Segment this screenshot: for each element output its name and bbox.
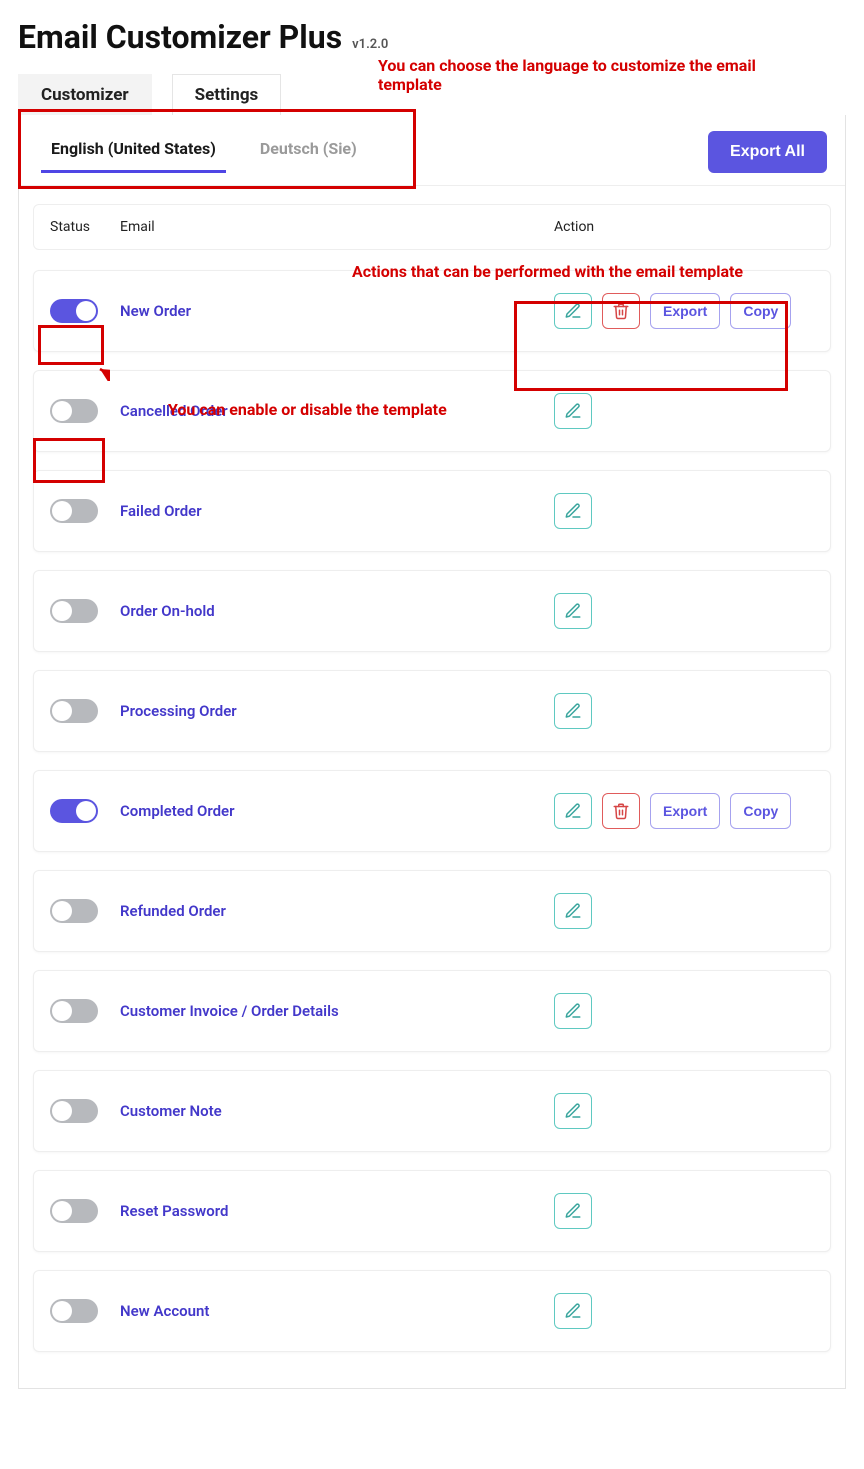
action-cell [554, 693, 814, 729]
pencil-icon [564, 1002, 582, 1020]
template-name[interactable]: Refunded Order [120, 902, 554, 920]
col-header-email: Email [120, 219, 554, 235]
action-cell: Export Copy [554, 793, 814, 829]
edit-button[interactable] [554, 1093, 592, 1129]
trash-icon [612, 302, 630, 320]
status-toggle[interactable] [50, 999, 98, 1023]
template-name[interactable]: Order On-hold [120, 602, 554, 620]
language-tabs: English (United States) Deutsch (Sie) [31, 131, 367, 173]
status-toggle[interactable] [50, 299, 98, 323]
language-tab[interactable]: English (United States) [41, 131, 226, 173]
col-header-status: Status [50, 219, 120, 235]
status-toggle[interactable] [50, 699, 98, 723]
edit-button[interactable] [554, 893, 592, 929]
template-name[interactable]: Failed Order [120, 502, 554, 520]
template-name[interactable]: New Account [120, 1302, 554, 1320]
template-row: Refunded Order [33, 870, 831, 952]
edit-button[interactable] [554, 793, 592, 829]
tab-settings[interactable]: Settings [172, 74, 282, 115]
pencil-icon [564, 1202, 582, 1220]
template-name[interactable]: Customer Invoice / Order Details [120, 1002, 554, 1020]
status-toggle[interactable] [50, 499, 98, 523]
action-cell [554, 593, 814, 629]
edit-button[interactable] [554, 393, 592, 429]
copy-button[interactable]: Copy [730, 793, 791, 829]
template-name[interactable]: Customer Note [120, 1102, 554, 1120]
template-row: Customer Invoice / Order Details [33, 970, 831, 1052]
page-title: Email Customizer Plus [18, 18, 342, 56]
template-row: Order On-hold [33, 570, 831, 652]
edit-button[interactable] [554, 293, 592, 329]
template-name[interactable]: Reset Password [120, 1202, 554, 1220]
tab-customizer[interactable]: Customizer [18, 74, 152, 115]
template-name[interactable]: Cancelled Order [120, 402, 554, 420]
pencil-icon [564, 802, 582, 820]
action-cell [554, 393, 814, 429]
pencil-icon [564, 1102, 582, 1120]
top-tabs: Customizer Settings [18, 74, 846, 115]
pencil-icon [564, 402, 582, 420]
status-toggle[interactable] [50, 1099, 98, 1123]
status-toggle[interactable] [50, 1299, 98, 1323]
delete-button[interactable] [602, 293, 640, 329]
action-cell [554, 1293, 814, 1329]
template-name[interactable]: Processing Order [120, 702, 554, 720]
status-toggle[interactable] [50, 899, 98, 923]
status-toggle[interactable] [50, 799, 98, 823]
edit-button[interactable] [554, 693, 592, 729]
action-cell [554, 1093, 814, 1129]
pencil-icon [564, 1302, 582, 1320]
pencil-icon [564, 702, 582, 720]
delete-button[interactable] [602, 793, 640, 829]
action-cell [554, 993, 814, 1029]
template-row: Reset Password [33, 1170, 831, 1252]
export-all-button[interactable]: Export All [708, 131, 827, 173]
export-button[interactable]: Export [650, 293, 720, 329]
page-header: Email Customizer Plus v1.2.0 [18, 18, 846, 56]
pencil-icon [564, 902, 582, 920]
template-row: Completed Order Export Copy [33, 770, 831, 852]
copy-button[interactable]: Copy [730, 293, 791, 329]
template-row: Cancelled Order [33, 370, 831, 452]
template-name[interactable]: New Order [120, 302, 554, 320]
edit-button[interactable] [554, 593, 592, 629]
pencil-icon [564, 602, 582, 620]
template-row: New Order Export Copy [33, 270, 831, 352]
version-label: v1.2.0 [352, 37, 388, 52]
action-cell [554, 893, 814, 929]
status-toggle[interactable] [50, 1199, 98, 1223]
action-cell: Export Copy [554, 293, 814, 329]
template-row: Failed Order [33, 470, 831, 552]
action-cell [554, 493, 814, 529]
status-toggle[interactable] [50, 599, 98, 623]
language-tab[interactable]: Deutsch (Sie) [250, 131, 367, 173]
template-row: Processing Order [33, 670, 831, 752]
table-header: Status Email Action [33, 204, 831, 250]
trash-icon [612, 802, 630, 820]
action-cell [554, 1193, 814, 1229]
customizer-panel: English (United States) Deutsch (Sie) Exp… [18, 115, 846, 1389]
col-header-action: Action [554, 219, 814, 235]
template-row: New Account [33, 1270, 831, 1352]
edit-button[interactable] [554, 1293, 592, 1329]
template-row: Customer Note [33, 1070, 831, 1152]
pencil-icon [564, 502, 582, 520]
edit-button[interactable] [554, 993, 592, 1029]
edit-button[interactable] [554, 1193, 592, 1229]
pencil-icon [564, 302, 582, 320]
status-toggle[interactable] [50, 399, 98, 423]
export-button[interactable]: Export [650, 793, 720, 829]
template-name[interactable]: Completed Order [120, 802, 554, 820]
edit-button[interactable] [554, 493, 592, 529]
